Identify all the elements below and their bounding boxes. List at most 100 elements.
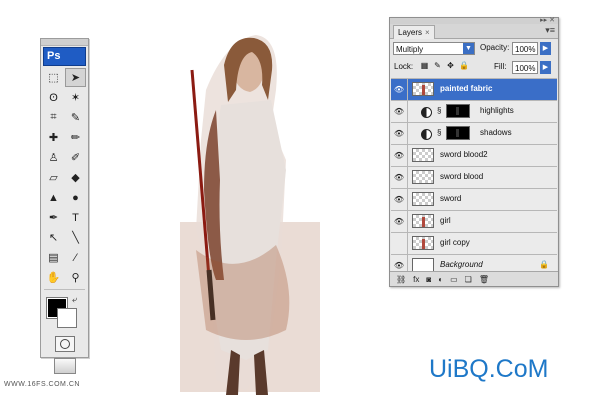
layer-row[interactable]: girl copy — [391, 232, 557, 254]
adjustment-layer-icon — [421, 129, 432, 140]
layer-mask-thumbnail[interactable] — [446, 126, 470, 140]
canvas-image[interactable] — [176, 30, 326, 395]
collapse-icon[interactable]: ▸▸ ✕ — [540, 16, 555, 24]
link-icon[interactable]: ⛓ — [396, 275, 406, 284]
history-brush-icon[interactable]: ✐ — [65, 148, 86, 167]
background-color-swatch[interactable] — [57, 308, 77, 328]
layer-name[interactable]: shadows — [480, 128, 512, 137]
tab-layers[interactable]: Layers × — [393, 25, 435, 39]
blend-mode-select[interactable]: Multiply ▼ — [393, 42, 475, 55]
layer-thumbnail[interactable] — [412, 170, 434, 184]
layer-name[interactable]: Background — [440, 260, 483, 269]
layer-thumbnail[interactable] — [412, 82, 434, 96]
layer-row[interactable]: 👁 sword blood — [391, 166, 557, 188]
visibility-eye-icon[interactable]: 👁 — [391, 101, 408, 122]
paint-bucket-icon[interactable]: ◆ — [65, 168, 86, 187]
link-chain-icon[interactable]: § — [437, 128, 441, 137]
divider — [44, 289, 85, 290]
layer-row[interactable]: 👁 § highlights — [391, 100, 557, 122]
lock-paint-icon[interactable]: ✎ — [433, 61, 442, 70]
visibility-eye-icon[interactable]: 👁 — [391, 211, 408, 232]
layer-row[interactable]: 👁 sword — [391, 188, 557, 210]
layers-panel: ▸▸ ✕ Layers × ▾≡ Multiply ▼ Opacity: 100%… — [389, 17, 559, 287]
mask-icon[interactable]: ◙ — [426, 275, 431, 284]
layer-name[interactable]: painted fabric — [440, 84, 492, 93]
layer-row[interactable]: 👁 sword blood2 — [391, 144, 557, 166]
opacity-label: Opacity: — [480, 43, 510, 52]
visibility-eye-icon[interactable]: 👁 — [391, 189, 408, 210]
hand-icon[interactable]: ✋ — [43, 268, 64, 287]
layer-thumbnail[interactable] — [412, 258, 434, 272]
visibility-eye-icon[interactable]: 👁 — [391, 79, 408, 100]
lock-transparency-icon[interactable]: ▦ — [420, 61, 429, 70]
watermark-right: UiBQ.CoM — [429, 355, 549, 383]
layer-row[interactable]: 👁 § shadows — [391, 122, 557, 144]
layer-thumbnail[interactable] — [412, 148, 434, 162]
color-swatches: ⤶ — [41, 294, 88, 330]
clone-stamp-icon[interactable]: ♙ — [43, 148, 64, 167]
lasso-icon[interactable]: ʘ — [43, 88, 64, 107]
trash-icon[interactable]: 🗑 — [479, 275, 489, 284]
crop-icon[interactable]: ⌗ — [43, 108, 64, 127]
adjustment-layer-icon — [421, 107, 432, 118]
layer-thumbnail[interactable] — [412, 192, 434, 206]
opacity-input[interactable]: 100% — [512, 42, 538, 55]
layer-row[interactable]: 👁 girl — [391, 210, 557, 232]
photoshop-logo[interactable]: Ps — [43, 47, 86, 66]
visibility-eye-icon[interactable]: 👁 — [391, 123, 408, 144]
dodge-icon[interactable]: ● — [65, 188, 86, 207]
layer-lock-icon: 🔒 — [539, 260, 549, 269]
layer-thumbnail[interactable] — [412, 236, 434, 250]
layer-mask-thumbnail[interactable] — [446, 104, 470, 118]
layers-bottom-bar: ⛓ fx ◙ ◐ ▭ ❏ 🗑 — [390, 271, 558, 286]
visibility-eye-icon[interactable]: 👁 — [391, 167, 408, 188]
layer-name[interactable]: sword blood2 — [440, 150, 488, 159]
notes-icon[interactable]: ▤ — [43, 248, 64, 267]
swap-colors-icon[interactable]: ⤶ — [72, 294, 77, 305]
quick-mask-icon — [59, 339, 70, 349]
quick-mask-button[interactable] — [54, 336, 75, 352]
chevron-down-icon[interactable]: ▼ — [463, 43, 474, 54]
layer-name[interactable]: girl copy — [440, 238, 470, 247]
layer-name[interactable]: sword — [440, 194, 461, 203]
zoom-icon[interactable]: ⚲ — [65, 268, 86, 287]
screen-mode-button[interactable] — [53, 358, 76, 374]
layer-name[interactable]: highlights — [480, 106, 514, 115]
tab-close-icon[interactable]: × — [425, 28, 430, 37]
layer-name[interactable]: girl — [440, 216, 451, 225]
folder-icon[interactable]: ▭ — [450, 275, 458, 284]
blur-icon[interactable]: ▲ — [43, 188, 64, 207]
lock-label: Lock: — [394, 62, 414, 71]
layer-row[interactable]: 👁 painted fabric — [391, 78, 557, 100]
panel-grip[interactable] — [41, 39, 88, 46]
line-icon[interactable]: ╲ — [65, 228, 86, 247]
fill-slider-arrow-icon[interactable]: ▶ — [540, 61, 551, 74]
lock-all-icon[interactable]: 🔒 — [459, 61, 469, 70]
lock-position-icon[interactable]: ✥ — [446, 61, 455, 70]
visibility-eye-icon[interactable] — [391, 233, 408, 254]
eyedropper-sample-icon[interactable]: ⁄ — [65, 248, 86, 267]
blend-opacity-row: Multiply ▼ Opacity: 100% ▶ — [390, 42, 558, 58]
move-icon[interactable]: ➤ — [65, 68, 86, 87]
layer-name[interactable]: sword blood — [440, 172, 483, 181]
fill-input[interactable]: 100% — [512, 61, 538, 74]
pen-icon[interactable]: ✒ — [43, 208, 64, 227]
healing-brush-icon[interactable]: ✚ — [43, 128, 64, 147]
visibility-eye-icon[interactable]: 👁 — [391, 145, 408, 166]
tool-grid: ⬚ ➤ ʘ ✶ ⌗ ✎ ✚ ✏ ♙ ✐ ▱ ◆ ▲ ● ✒ T ↖ ╲ ▤ ⁄ ✋ ⚲ — [41, 68, 88, 287]
eraser-icon[interactable]: ▱ — [43, 168, 64, 187]
fill-label: Fill: — [494, 62, 507, 71]
new-layer-icon[interactable]: ❏ — [465, 275, 472, 284]
eyedropper-icon[interactable]: ✎ — [65, 108, 86, 127]
fx-icon[interactable]: fx — [413, 275, 419, 284]
opacity-slider-arrow-icon[interactable]: ▶ — [540, 42, 551, 55]
panel-menu-icon[interactable]: ▾≡ — [545, 25, 555, 36]
marquee-icon[interactable]: ⬚ — [43, 68, 64, 87]
type-icon[interactable]: T — [65, 208, 86, 227]
link-chain-icon[interactable]: § — [437, 106, 441, 115]
layer-thumbnail[interactable] — [412, 214, 434, 228]
magic-wand-icon[interactable]: ✶ — [65, 88, 86, 107]
brush-icon[interactable]: ✏ — [65, 128, 86, 147]
path-selection-icon[interactable]: ↖ — [43, 228, 64, 247]
adjustment-icon[interactable]: ◐ — [438, 275, 443, 284]
